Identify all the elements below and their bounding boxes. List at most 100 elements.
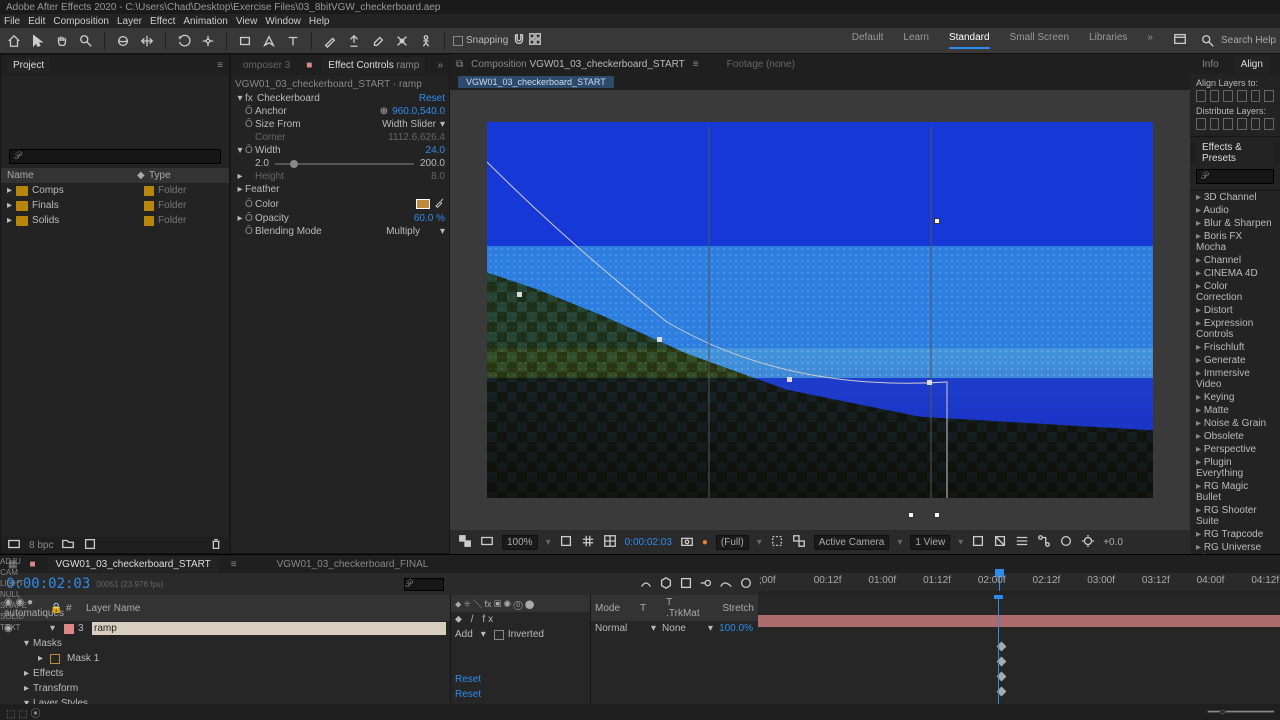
align-bottom-icon[interactable] — [1264, 90, 1274, 102]
ec-blend-value[interactable]: Multiply — [386, 226, 420, 237]
exposure-value[interactable]: +0.0 — [1103, 537, 1123, 548]
menu-view[interactable]: View — [236, 16, 258, 27]
effects-category[interactable]: CINEMA 4D — [1190, 267, 1280, 280]
inverted-check[interactable]: Inverted — [508, 629, 544, 640]
dist-1-icon[interactable] — [1196, 118, 1206, 130]
menu-help[interactable]: Help — [309, 16, 330, 27]
zoom-slider[interactable]: ━━○━━━━━━━━ — [1208, 707, 1274, 718]
camera-dropdown[interactable]: Active Camera — [814, 535, 890, 550]
effects-category[interactable]: Obsolete — [1190, 430, 1280, 443]
effects-category[interactable]: Blur & Sharpen — [1190, 217, 1280, 230]
align-top-icon[interactable] — [1237, 90, 1247, 102]
mask-vis-icon[interactable] — [480, 534, 494, 551]
orbit-tool-icon[interactable] — [113, 31, 133, 51]
ec-fx-checkerboard[interactable]: ▾fx Checkerboard Reset — [235, 92, 445, 105]
snapshot-icon[interactable] — [680, 534, 694, 551]
timeline-icon[interactable] — [1015, 534, 1029, 551]
workspace-reset-icon[interactable] — [1173, 32, 1187, 49]
stretch-value[interactable]: 100.0% — [719, 623, 753, 634]
rotate-tool-icon[interactable] — [174, 31, 194, 51]
time-ruler[interactable]: ;00f00:12f01:00f01:12f02:00f02:12f03:00f… — [759, 573, 1280, 591]
layerstyles-reset[interactable]: Reset — [455, 689, 481, 700]
label-swatch[interactable] — [144, 216, 154, 226]
search-help[interactable]: Search Help — [1201, 34, 1276, 48]
exposure-reset-icon[interactable] — [1081, 534, 1095, 551]
roi-icon[interactable] — [770, 534, 784, 551]
effects-category[interactable]: Keying — [1190, 391, 1280, 404]
effects-category[interactable]: Matte — [1190, 404, 1280, 417]
comp-tab[interactable]: Composition VGW01_03_checkerboard_START — [471, 59, 685, 70]
roto-tool-icon[interactable] — [392, 31, 412, 51]
zoom-dropdown[interactable]: 100% — [502, 535, 538, 550]
timeline-graph[interactable] — [758, 595, 1280, 704]
col-name[interactable]: Name — [7, 170, 137, 181]
views-dropdown[interactable]: 1 View — [910, 535, 950, 550]
layer-label-swatch[interactable] — [64, 624, 74, 634]
motion-blur-icon[interactable] — [699, 576, 713, 593]
bpc-toggle[interactable]: 8 bpc — [29, 540, 53, 551]
panel-menu-icon[interactable]: ≡ — [217, 60, 223, 71]
row-effects[interactable]: ▸ Effects — [0, 666, 450, 681]
mode-dropdown[interactable]: Normal — [595, 623, 645, 634]
crosshair-icon[interactable]: ⊕ — [380, 106, 388, 117]
effects-category[interactable]: Noise & Grain — [1190, 417, 1280, 430]
align-left-icon[interactable] — [1196, 90, 1206, 102]
timeline-tab-start[interactable]: VGW01_03_checkerboard_START — [48, 557, 219, 572]
workspace-overflow-icon[interactable]: » — [1147, 32, 1153, 49]
comp-breadcrumb[interactable]: VGW01_03_checkerboard_START — [458, 76, 614, 88]
menu-composition[interactable]: Composition — [53, 16, 109, 27]
pixel-aspect-icon[interactable] — [971, 534, 985, 551]
effects-category[interactable]: Frischluft — [1190, 341, 1280, 354]
workspace-smallscreen[interactable]: Small Screen — [1010, 32, 1069, 49]
ec-anchor-value[interactable]: 960.0,540.0 — [392, 106, 445, 117]
flow-icon[interactable]: ⧉ — [456, 59, 463, 70]
alpha-icon[interactable] — [458, 534, 472, 551]
workspace-libraries[interactable]: Libraries — [1089, 32, 1127, 49]
effects-category[interactable]: Perspective — [1190, 443, 1280, 456]
layer-name-input[interactable] — [92, 622, 446, 635]
footage-tab[interactable]: Footage (none) — [727, 59, 795, 70]
brush-tool-icon[interactable] — [320, 31, 340, 51]
project-item-comps[interactable]: ▸ Comps Folder — [1, 183, 229, 198]
align-right-icon[interactable] — [1223, 90, 1233, 102]
channel-icon[interactable]: ● — [702, 537, 708, 548]
pan-behind-tool-icon[interactable] — [137, 31, 157, 51]
fast-preview-icon[interactable] — [993, 534, 1007, 551]
trash-icon[interactable] — [209, 537, 223, 554]
shy-icon[interactable] — [639, 576, 653, 593]
snapping-magnet-icon[interactable] — [512, 32, 526, 49]
graph-editor-icon[interactable] — [719, 576, 733, 593]
timeline-search-input[interactable] — [404, 578, 444, 591]
ec-reset[interactable]: Reset — [419, 93, 445, 104]
label-swatch[interactable] — [144, 186, 154, 196]
color-swatch[interactable] — [416, 199, 430, 209]
zoom-tool-icon[interactable] — [76, 31, 96, 51]
effects-category[interactable]: Distort — [1190, 304, 1280, 317]
type-tool-icon[interactable] — [283, 31, 303, 51]
res-half-icon[interactable] — [559, 534, 573, 551]
puppet-tool-icon[interactable] — [416, 31, 436, 51]
info-tab[interactable]: Info — [1196, 56, 1225, 73]
grid-icon[interactable] — [581, 534, 595, 551]
comp-flow-icon[interactable] — [1037, 534, 1051, 551]
menu-file[interactable]: File — [4, 16, 20, 27]
align-hcenter-icon[interactable] — [1210, 90, 1220, 102]
dist-5-icon[interactable] — [1251, 118, 1261, 130]
menu-window[interactable]: Window — [265, 16, 301, 27]
effects-category[interactable]: Expression Controls — [1190, 317, 1280, 341]
row-transform[interactable]: ▸ Transform — [0, 681, 450, 696]
panel-overflow-icon[interactable]: » — [437, 60, 443, 71]
menu-edit[interactable]: Edit — [28, 16, 45, 27]
project-item-finals[interactable]: ▸ Finals Folder — [1, 198, 229, 213]
dist-3-icon[interactable] — [1223, 118, 1233, 130]
dist-2-icon[interactable] — [1210, 118, 1220, 130]
workspace-standard[interactable]: Standard — [949, 32, 990, 49]
selection-tool-icon[interactable] — [28, 31, 48, 51]
layer-row-ramp[interactable]: ◉ ▾ 3 — [0, 621, 450, 636]
clone-tool-icon[interactable] — [344, 31, 364, 51]
effect-controls-tab[interactable]: Effect Controls ramp — [322, 57, 425, 74]
playhead-line[interactable] — [998, 595, 999, 704]
ec-feather-label[interactable]: Feather — [245, 184, 445, 195]
row-mask1[interactable]: ▸ Mask 1 — [0, 651, 450, 666]
composition-canvas[interactable] — [487, 122, 1153, 498]
